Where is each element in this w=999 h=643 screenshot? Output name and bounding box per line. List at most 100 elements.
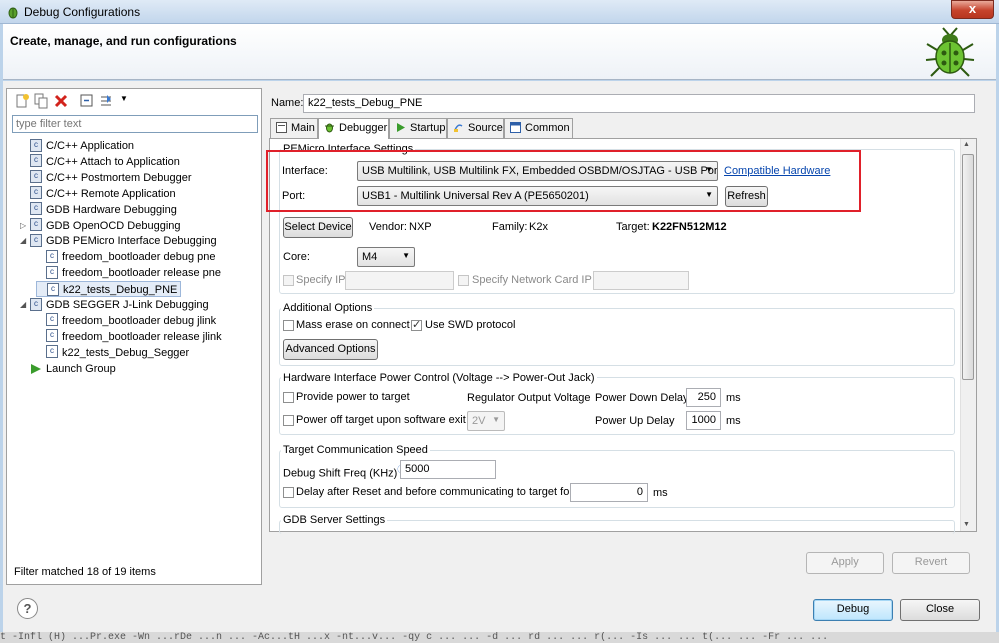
debug-button[interactable]: Debug bbox=[813, 599, 893, 621]
family-label: Family: bbox=[492, 221, 528, 233]
tree-item[interactable]: c C/C++ Application bbox=[20, 138, 134, 154]
title-bar bbox=[0, 0, 999, 24]
tree-item-label: GDB PEMicro Interface Debugging bbox=[46, 235, 217, 248]
tab-main[interactable]: Main bbox=[270, 118, 318, 138]
power-down-delay-label: Power Down Delay bbox=[595, 392, 689, 404]
swd-protocol-checkbox[interactable] bbox=[411, 318, 422, 331]
c-app-icon: c bbox=[46, 265, 58, 279]
filter-configs-icon[interactable] bbox=[99, 93, 115, 109]
tree-item[interactable]: c GDB Hardware Debugging bbox=[20, 202, 177, 218]
tree-item[interactable]: c k22_tests_Debug_PNE bbox=[36, 281, 182, 298]
gdb-server-title: GDB Server Settings bbox=[281, 514, 388, 526]
provide-power-label: Provide power to target bbox=[296, 391, 410, 403]
delay-input[interactable]: 0 bbox=[570, 483, 648, 502]
view-menu-chevron-down-icon[interactable]: ▼ bbox=[120, 94, 128, 103]
c-app-icon: c bbox=[46, 329, 58, 343]
duplicate-config-icon[interactable] bbox=[33, 93, 49, 109]
window-title: Debug Configurations bbox=[24, 5, 141, 19]
delete-config-icon[interactable] bbox=[53, 93, 69, 109]
target-label: Target: bbox=[616, 221, 650, 233]
tab-debugger[interactable]: Debugger bbox=[318, 118, 389, 139]
source-tab-icon bbox=[454, 123, 463, 132]
main-tab-icon bbox=[276, 121, 287, 133]
tree-item-label: freedom_bootloader debug jlink bbox=[62, 314, 217, 327]
close-window-button[interactable]: x bbox=[951, 0, 994, 19]
collapse-all-icon[interactable] bbox=[79, 93, 95, 109]
power-up-delay-input[interactable]: 1000 bbox=[686, 411, 721, 430]
c-app-icon: c bbox=[30, 170, 42, 184]
power-down-unit: ms bbox=[726, 392, 741, 404]
config-name-input[interactable]: k22_tests_Debug_PNE bbox=[303, 94, 975, 113]
debugger-tab-icon bbox=[325, 123, 334, 133]
help-icon[interactable]: ? bbox=[17, 598, 38, 619]
nic-ip-input[interactable] bbox=[593, 271, 689, 290]
filter-status: Filter matched 18 of 19 items bbox=[14, 566, 156, 578]
tab-common-label: Common bbox=[525, 122, 570, 134]
power-down-delay-input[interactable]: 250 bbox=[686, 388, 721, 407]
tree-item[interactable]: c C/C++ Attach to Application bbox=[20, 154, 180, 170]
chevron-down-icon: ▼ bbox=[402, 251, 410, 260]
vendor-value: NXP bbox=[409, 221, 432, 233]
expand-toggle-icon[interactable]: ◢ bbox=[20, 233, 30, 249]
tab-main-label: Main bbox=[291, 122, 315, 134]
tree-item-label: GDB Hardware Debugging bbox=[46, 203, 177, 216]
power-off-target-checkbox[interactable] bbox=[283, 415, 294, 426]
power-control-title: Hardware Interface Power Control (Voltag… bbox=[281, 372, 597, 384]
c-app-icon: c bbox=[46, 313, 58, 327]
c-app-icon: c bbox=[30, 297, 42, 311]
specify-ip-label: Specify IP bbox=[296, 274, 346, 286]
tree-item[interactable]: ◢ c GDB PEMicro Interface Debugging bbox=[20, 233, 217, 249]
common-tab-icon bbox=[510, 121, 521, 133]
tree-item[interactable]: c C/C++ Postmortem Debugger bbox=[20, 170, 192, 186]
tree-item[interactable]: c k22_tests_Debug_Segger bbox=[36, 345, 189, 361]
tree-item[interactable]: c freedom_bootloader debug pne bbox=[36, 249, 216, 265]
expand-toggle-icon[interactable]: ◢ bbox=[20, 297, 30, 313]
tree-item[interactable]: c freedom_bootloader debug jlink bbox=[36, 313, 216, 329]
voltage-select[interactable]: 2V ▼ bbox=[467, 411, 505, 431]
new-config-icon[interactable] bbox=[14, 93, 30, 109]
debug-bug-icon bbox=[8, 7, 18, 19]
tab-common[interactable]: Common bbox=[504, 118, 573, 138]
tab-source[interactable]: Source bbox=[447, 118, 504, 138]
chevron-down-icon: ▼ bbox=[492, 415, 500, 424]
tree-item[interactable]: c freedom_bootloader release pne bbox=[36, 265, 221, 281]
power-up-unit: ms bbox=[726, 415, 741, 427]
close-button[interactable]: Close bbox=[900, 599, 980, 621]
header-title: Create, manage, and run configurations bbox=[10, 34, 237, 48]
tree-item[interactable]: c C/C++ Remote Application bbox=[20, 186, 176, 202]
select-device-button[interactable]: Select Device bbox=[283, 217, 353, 238]
ip-address-input[interactable] bbox=[345, 271, 454, 290]
tree-item[interactable]: c freedom_bootloader release jlink bbox=[36, 329, 222, 345]
tree-item-label: Launch Group bbox=[46, 362, 116, 375]
core-select[interactable]: M4 ▼ bbox=[357, 247, 415, 267]
power-off-target-label: Power off target upon software exit bbox=[296, 414, 466, 426]
c-app-icon: c bbox=[30, 218, 42, 232]
c-app-icon: c bbox=[47, 282, 59, 296]
provide-power-checkbox[interactable] bbox=[283, 392, 294, 403]
filter-input[interactable] bbox=[12, 115, 258, 133]
shift-freq-input[interactable]: 5000 bbox=[400, 460, 496, 479]
tree-item-label: GDB SEGGER J-Link Debugging bbox=[46, 299, 209, 311]
specify-ip-checkbox[interactable] bbox=[283, 275, 294, 286]
scrollbar-thumb[interactable] bbox=[962, 154, 974, 380]
delay-after-reset-checkbox[interactable] bbox=[283, 487, 294, 498]
shift-freq-label: Debug Shift Freq (KHz)ⓘ bbox=[283, 464, 405, 480]
tree-item[interactable]: Launch Group bbox=[20, 361, 116, 377]
expand-toggle-icon[interactable]: ▷ bbox=[20, 218, 30, 234]
tree-item-label: C/C++ Postmortem Debugger bbox=[46, 171, 192, 184]
advanced-options-button[interactable]: Advanced Options bbox=[283, 339, 378, 360]
core-select-value: M4 bbox=[362, 251, 378, 263]
mass-erase-checkbox[interactable] bbox=[283, 320, 294, 331]
scroll-down-icon[interactable]: ▼ bbox=[963, 521, 970, 528]
tree-item[interactable]: ◢ c GDB SEGGER J-Link Debugging bbox=[20, 297, 209, 313]
revert-button[interactable]: Revert bbox=[892, 552, 970, 574]
apply-button[interactable]: Apply bbox=[806, 552, 884, 574]
launch-group-icon bbox=[31, 363, 41, 374]
delay-after-reset-label: Delay after Reset and before communicati… bbox=[296, 486, 573, 498]
scroll-up-icon[interactable]: ▲ bbox=[963, 141, 970, 148]
tree-item[interactable]: ▷ c GDB OpenOCD Debugging bbox=[20, 218, 181, 234]
tab-startup[interactable]: Startup bbox=[389, 118, 447, 138]
specify-nic-checkbox[interactable] bbox=[458, 275, 469, 286]
bug-banner-icon bbox=[925, 27, 975, 77]
tree-item-label: C/C++ Application bbox=[46, 140, 135, 152]
